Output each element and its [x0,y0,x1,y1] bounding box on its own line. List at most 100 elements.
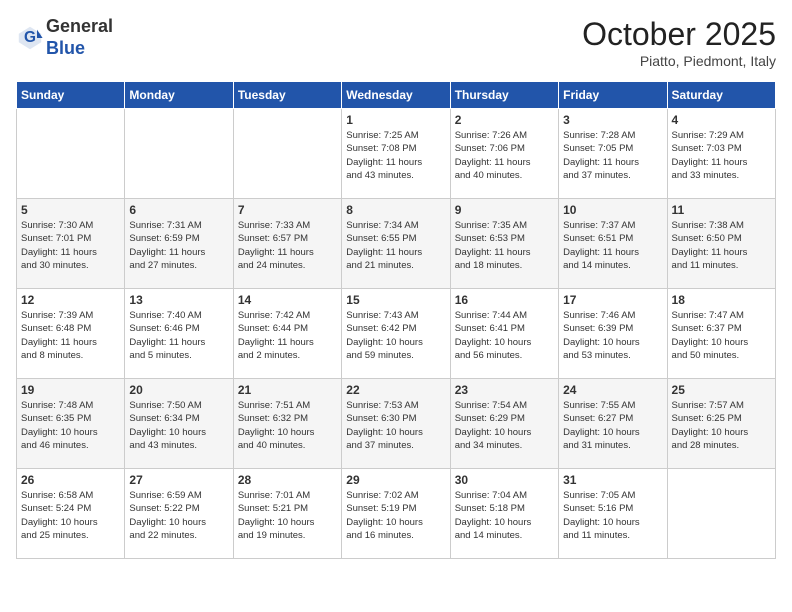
calendar-cell: 23 Sunrise: 7:54 AM Sunset: 6:29 PM Dayli… [450,379,558,469]
day-number: 17 [563,293,662,307]
logo-icon: G [16,24,44,52]
day-info: Sunrise: 7:05 AM Sunset: 5:16 PM Dayligh… [563,489,662,542]
calendar-cell: 8 Sunrise: 7:34 AM Sunset: 6:55 PM Daylig… [342,199,450,289]
day-info: Sunrise: 7:40 AM Sunset: 6:46 PM Dayligh… [129,309,228,362]
day-info: Sunrise: 7:48 AM Sunset: 6:35 PM Dayligh… [21,399,120,452]
page-header: G General Blue October 2025 Piatto, Pied… [16,16,776,69]
day-number: 9 [455,203,554,217]
day-number: 18 [672,293,771,307]
day-number: 22 [346,383,445,397]
header-cell-wednesday: Wednesday [342,82,450,109]
day-number: 24 [563,383,662,397]
day-number: 19 [21,383,120,397]
header-cell-friday: Friday [559,82,667,109]
logo-blue-text: Blue [46,38,85,58]
day-info: Sunrise: 7:33 AM Sunset: 6:57 PM Dayligh… [238,219,337,272]
day-number: 10 [563,203,662,217]
day-info: Sunrise: 7:38 AM Sunset: 6:50 PM Dayligh… [672,219,771,272]
header-cell-monday: Monday [125,82,233,109]
day-number: 28 [238,473,337,487]
calendar-cell: 29 Sunrise: 7:02 AM Sunset: 5:19 PM Dayli… [342,469,450,559]
calendar-cell: 13 Sunrise: 7:40 AM Sunset: 6:46 PM Dayli… [125,289,233,379]
calendar-cell: 25 Sunrise: 7:57 AM Sunset: 6:25 PM Dayli… [667,379,775,469]
calendar-table: SundayMondayTuesdayWednesdayThursdayFrid… [16,81,776,559]
calendar-cell: 28 Sunrise: 7:01 AM Sunset: 5:21 PM Dayli… [233,469,341,559]
day-number: 12 [21,293,120,307]
day-info: Sunrise: 7:46 AM Sunset: 6:39 PM Dayligh… [563,309,662,362]
calendar-cell: 11 Sunrise: 7:38 AM Sunset: 6:50 PM Dayli… [667,199,775,289]
svg-text:G: G [24,29,36,46]
day-info: Sunrise: 7:34 AM Sunset: 6:55 PM Dayligh… [346,219,445,272]
calendar-body: 1 Sunrise: 7:25 AM Sunset: 7:08 PM Daylig… [17,109,776,559]
day-number: 8 [346,203,445,217]
calendar-cell: 3 Sunrise: 7:28 AM Sunset: 7:05 PM Daylig… [559,109,667,199]
calendar-cell: 12 Sunrise: 7:39 AM Sunset: 6:48 PM Dayli… [17,289,125,379]
title-block: October 2025 Piatto, Piedmont, Italy [582,16,776,69]
day-info: Sunrise: 7:02 AM Sunset: 5:19 PM Dayligh… [346,489,445,542]
calendar-cell: 22Sunrise: 7:53 AM Sunset: 6:30 PM Dayli… [342,379,450,469]
day-number: 13 [129,293,228,307]
calendar-cell: 14 Sunrise: 7:42 AM Sunset: 6:44 PM Dayli… [233,289,341,379]
header-cell-saturday: Saturday [667,82,775,109]
day-info: Sunrise: 7:29 AM Sunset: 7:03 PM Dayligh… [672,129,771,182]
day-info: Sunrise: 7:47 AM Sunset: 6:37 PM Dayligh… [672,309,771,362]
day-info: Sunrise: 7:25 AM Sunset: 7:08 PM Dayligh… [346,129,445,182]
day-number: 27 [129,473,228,487]
day-info: Sunrise: 7:26 AM Sunset: 7:06 PM Dayligh… [455,129,554,182]
day-info: Sunrise: 7:39 AM Sunset: 6:48 PM Dayligh… [21,309,120,362]
calendar-cell [17,109,125,199]
calendar-cell: 31Sunrise: 7:05 AM Sunset: 5:16 PM Dayli… [559,469,667,559]
day-number: 4 [672,113,771,127]
calendar-cell: 21Sunrise: 7:51 AM Sunset: 6:32 PM Dayli… [233,379,341,469]
day-number: 14 [238,293,337,307]
week-row-2: 5 Sunrise: 7:30 AM Sunset: 7:01 PM Daylig… [17,199,776,289]
day-info: Sunrise: 7:44 AM Sunset: 6:41 PM Dayligh… [455,309,554,362]
calendar-cell: 18 Sunrise: 7:47 AM Sunset: 6:37 PM Dayli… [667,289,775,379]
day-number: 15 [346,293,445,307]
day-number: 5 [21,203,120,217]
day-info: Sunrise: 7:30 AM Sunset: 7:01 PM Dayligh… [21,219,120,272]
calendar-cell: 4 Sunrise: 7:29 AM Sunset: 7:03 PM Daylig… [667,109,775,199]
calendar-cell: 30 Sunrise: 7:04 AM Sunset: 5:18 PM Dayli… [450,469,558,559]
day-info: Sunrise: 7:01 AM Sunset: 5:21 PM Dayligh… [238,489,337,542]
header-row: SundayMondayTuesdayWednesdayThursdayFrid… [17,82,776,109]
day-number: 25 [672,383,771,397]
calendar-header: SundayMondayTuesdayWednesdayThursdayFrid… [17,82,776,109]
week-row-5: 26Sunrise: 6:58 AM Sunset: 5:24 PM Dayli… [17,469,776,559]
day-info: Sunrise: 7:54 AM Sunset: 6:29 PM Dayligh… [455,399,554,452]
day-info: Sunrise: 7:57 AM Sunset: 6:25 PM Dayligh… [672,399,771,452]
calendar-cell: 26Sunrise: 6:58 AM Sunset: 5:24 PM Dayli… [17,469,125,559]
header-cell-sunday: Sunday [17,82,125,109]
header-cell-tuesday: Tuesday [233,82,341,109]
day-info: Sunrise: 7:28 AM Sunset: 7:05 PM Dayligh… [563,129,662,182]
calendar-cell: 16Sunrise: 7:44 AM Sunset: 6:41 PM Dayli… [450,289,558,379]
calendar-cell: 7Sunrise: 7:33 AM Sunset: 6:57 PM Daylig… [233,199,341,289]
calendar-cell [233,109,341,199]
day-info: Sunrise: 7:35 AM Sunset: 6:53 PM Dayligh… [455,219,554,272]
day-number: 3 [563,113,662,127]
calendar-cell: 6Sunrise: 7:31 AM Sunset: 6:59 PM Daylig… [125,199,233,289]
day-number: 30 [455,473,554,487]
day-number: 29 [346,473,445,487]
day-number: 23 [455,383,554,397]
day-number: 21 [238,383,337,397]
day-number: 11 [672,203,771,217]
calendar-cell [667,469,775,559]
week-row-3: 12 Sunrise: 7:39 AM Sunset: 6:48 PM Dayli… [17,289,776,379]
calendar-cell: 2Sunrise: 7:26 AM Sunset: 7:06 PM Daylig… [450,109,558,199]
calendar-cell: 19 Sunrise: 7:48 AM Sunset: 6:35 PM Dayli… [17,379,125,469]
day-number: 1 [346,113,445,127]
logo-general-text: General [46,16,113,36]
calendar-cell: 9 Sunrise: 7:35 AM Sunset: 6:53 PM Daylig… [450,199,558,289]
day-info: Sunrise: 7:37 AM Sunset: 6:51 PM Dayligh… [563,219,662,272]
day-info: Sunrise: 7:04 AM Sunset: 5:18 PM Dayligh… [455,489,554,542]
week-row-1: 1 Sunrise: 7:25 AM Sunset: 7:08 PM Daylig… [17,109,776,199]
calendar-cell [125,109,233,199]
calendar-cell: 24 Sunrise: 7:55 AM Sunset: 6:27 PM Dayli… [559,379,667,469]
calendar-cell: 10 Sunrise: 7:37 AM Sunset: 6:51 PM Dayli… [559,199,667,289]
day-info: Sunrise: 7:42 AM Sunset: 6:44 PM Dayligh… [238,309,337,362]
day-info: Sunrise: 7:43 AM Sunset: 6:42 PM Dayligh… [346,309,445,362]
day-info: Sunrise: 7:50 AM Sunset: 6:34 PM Dayligh… [129,399,228,452]
week-row-4: 19 Sunrise: 7:48 AM Sunset: 6:35 PM Dayli… [17,379,776,469]
day-info: Sunrise: 7:55 AM Sunset: 6:27 PM Dayligh… [563,399,662,452]
